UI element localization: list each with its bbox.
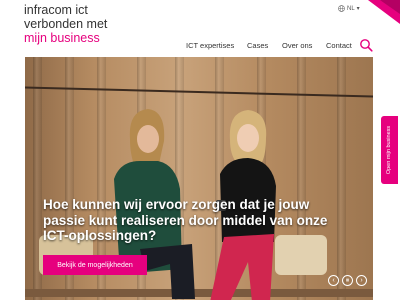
carousel-pause-button[interactable]: ⏸ xyxy=(342,275,353,286)
nav-item-contact[interactable]: Contact xyxy=(326,41,352,50)
chevron-right-icon: › xyxy=(360,277,363,284)
search-icon[interactable] xyxy=(359,38,373,52)
logo-line-1: infracom ict xyxy=(24,3,88,17)
chevron-left-icon: ‹ xyxy=(332,277,335,284)
carousel-next-button[interactable]: › xyxy=(356,275,367,286)
logo[interactable]: infracom ict verbonden met mijn business xyxy=(24,3,107,45)
chevron-down-icon: ▾ xyxy=(356,6,360,12)
nav-item-cases[interactable]: Cases xyxy=(247,41,268,50)
nav-item-ict-expertises[interactable]: ICT expertises xyxy=(186,41,234,50)
carousel-prev-button[interactable]: ‹ xyxy=(328,275,339,286)
wire xyxy=(25,86,373,98)
nav-item-over-ons[interactable]: Over ons xyxy=(282,41,312,50)
hero-cta-button[interactable]: Bekijk de mogelijkheden xyxy=(43,255,147,275)
logo-line-3: mijn business xyxy=(24,31,100,45)
hero-headline: Hoe kunnen wij ervoor zorgen dat je jouw… xyxy=(43,197,328,243)
hero-banner: Hoe kunnen wij ervoor zorgen dat je jouw… xyxy=(25,57,373,300)
side-tab-label: Open mijn business xyxy=(386,125,393,175)
globe-icon xyxy=(338,5,345,12)
corner-decoration xyxy=(368,0,400,24)
logo-line-2: verbonden met xyxy=(24,17,108,31)
pause-icon: ⏸ xyxy=(345,276,350,284)
language-selector[interactable]: NL ▾ xyxy=(338,5,360,12)
wood-plank xyxy=(337,57,346,300)
language-label: NL xyxy=(347,5,355,12)
side-tab-open-mijn-business[interactable]: Open mijn business xyxy=(381,116,398,184)
